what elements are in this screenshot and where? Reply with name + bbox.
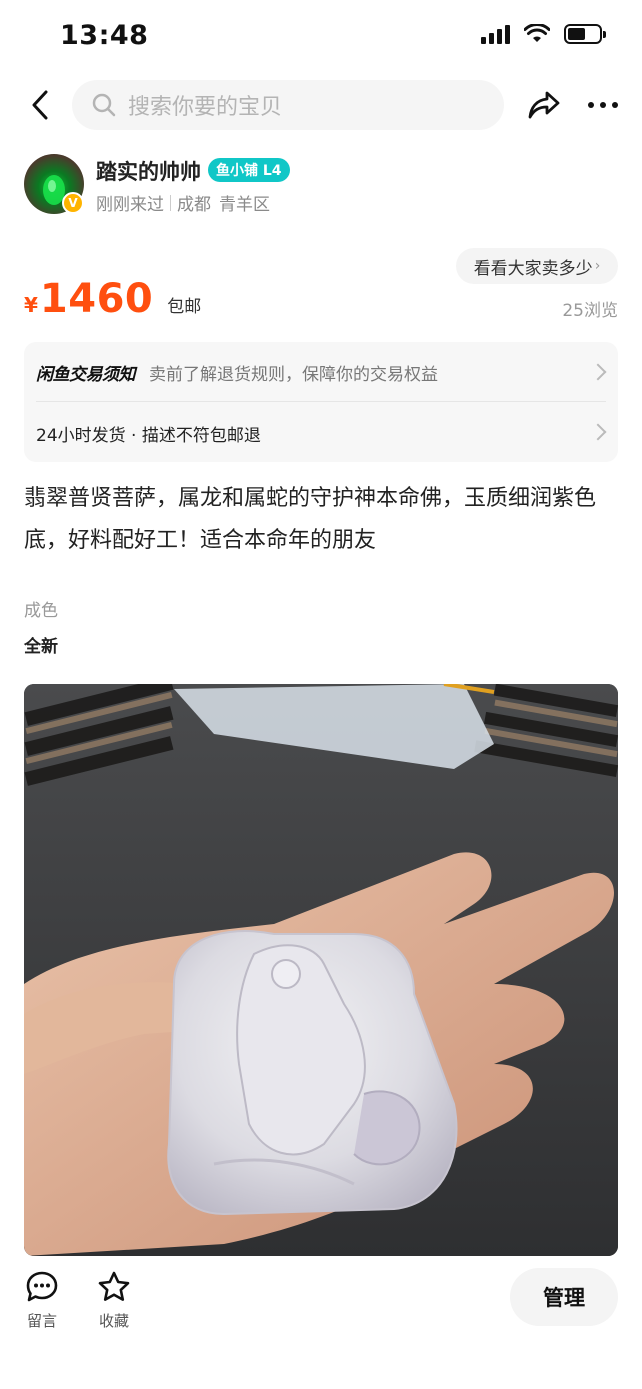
notice-text: 卖前了解退货规则，保障你的交易权益 <box>149 365 438 385</box>
wifi-icon <box>524 24 550 42</box>
comment-icon <box>26 1271 58 1302</box>
share-button[interactable] <box>522 82 566 128</box>
search-input[interactable]: 搜索你要的宝贝 <box>72 80 504 130</box>
search-placeholder: 搜索你要的宝贝 <box>128 95 283 120</box>
jade-pendant-image <box>24 684 618 1256</box>
shipping-label: 包邮 <box>167 297 202 317</box>
comment-label: 留言 <box>26 1312 57 1330</box>
status-icons <box>481 24 606 44</box>
seller-meta: 刚刚来过 成都 青羊区 <box>96 190 270 215</box>
price-value: 1460 <box>39 276 154 322</box>
favorite-button[interactable]: 收藏 <box>89 1270 139 1331</box>
shipping-policy-row[interactable]: 24小时发货 · 描述不符包邮退 <box>36 404 607 462</box>
chevron-right-icon <box>589 423 607 441</box>
verified-badge: V <box>62 192 84 214</box>
more-button[interactable] <box>580 82 626 128</box>
back-button[interactable] <box>18 82 62 128</box>
trade-notice-row[interactable]: 闲鱼交易须知 卖前了解退货规则，保障你的交易权益 <box>36 344 607 402</box>
comment-button[interactable]: 留言 <box>17 1270 67 1331</box>
view-count: 25浏览 <box>562 301 618 321</box>
product-photo[interactable] <box>24 684 618 1256</box>
notice-brand: 闲鱼交易须知 <box>36 365 136 385</box>
signal-icon <box>481 24 510 44</box>
bottom-action-bar: 留言 收藏 管理 <box>0 1262 642 1389</box>
star-icon <box>98 1271 130 1301</box>
manage-button[interactable]: 管理 <box>510 1268 618 1326</box>
shipping-policy-text: 24小时发货 · 描述不符包邮退 <box>36 425 261 446</box>
status-time: 13:48 <box>60 20 149 51</box>
see-others-price-button[interactable]: 看看大家卖多少 › <box>456 248 618 284</box>
item-description: 翡翠普贤菩萨，属龙和属蛇的守护神本命佛，玉质细润紫色底，好料配好工！适合本命年的… <box>24 486 597 553</box>
currency-symbol: ¥ <box>24 293 38 317</box>
chevron-right-icon <box>589 363 607 381</box>
status-bar: 13:48 <box>0 0 642 72</box>
seller-city: 成都 <box>177 195 211 215</box>
more-icon <box>588 102 594 108</box>
seller-district: 青羊区 <box>219 195 270 215</box>
price-row: ¥ 1460 包邮 <box>24 276 201 326</box>
seller-info[interactable]: V 踏实的帅帅 鱼小铺 L4 刚刚来过 成都 青羊区 <box>24 152 618 218</box>
battery-icon <box>564 24 606 44</box>
shop-level-badge: 鱼小铺 L4 <box>208 158 290 182</box>
back-arrow-icon <box>32 90 48 120</box>
share-icon <box>528 91 560 119</box>
condition-value: 全新 <box>24 637 58 657</box>
trade-notice-card: 闲鱼交易须知 卖前了解退货规则，保障你的交易权益 24小时发货 · 描述不符包邮… <box>24 342 618 462</box>
last-visit: 刚刚来过 <box>96 195 164 215</box>
seller-name[interactable]: 踏实的帅帅 <box>96 156 201 186</box>
top-nav: 搜索你要的宝贝 <box>0 78 642 132</box>
chevron-right-icon: › <box>594 258 601 274</box>
see-others-price-label: 看看大家卖多少 <box>473 258 593 279</box>
divider <box>170 194 171 211</box>
favorite-label: 收藏 <box>98 1312 129 1330</box>
search-icon <box>92 93 116 117</box>
condition-label: 成色 <box>24 601 58 621</box>
